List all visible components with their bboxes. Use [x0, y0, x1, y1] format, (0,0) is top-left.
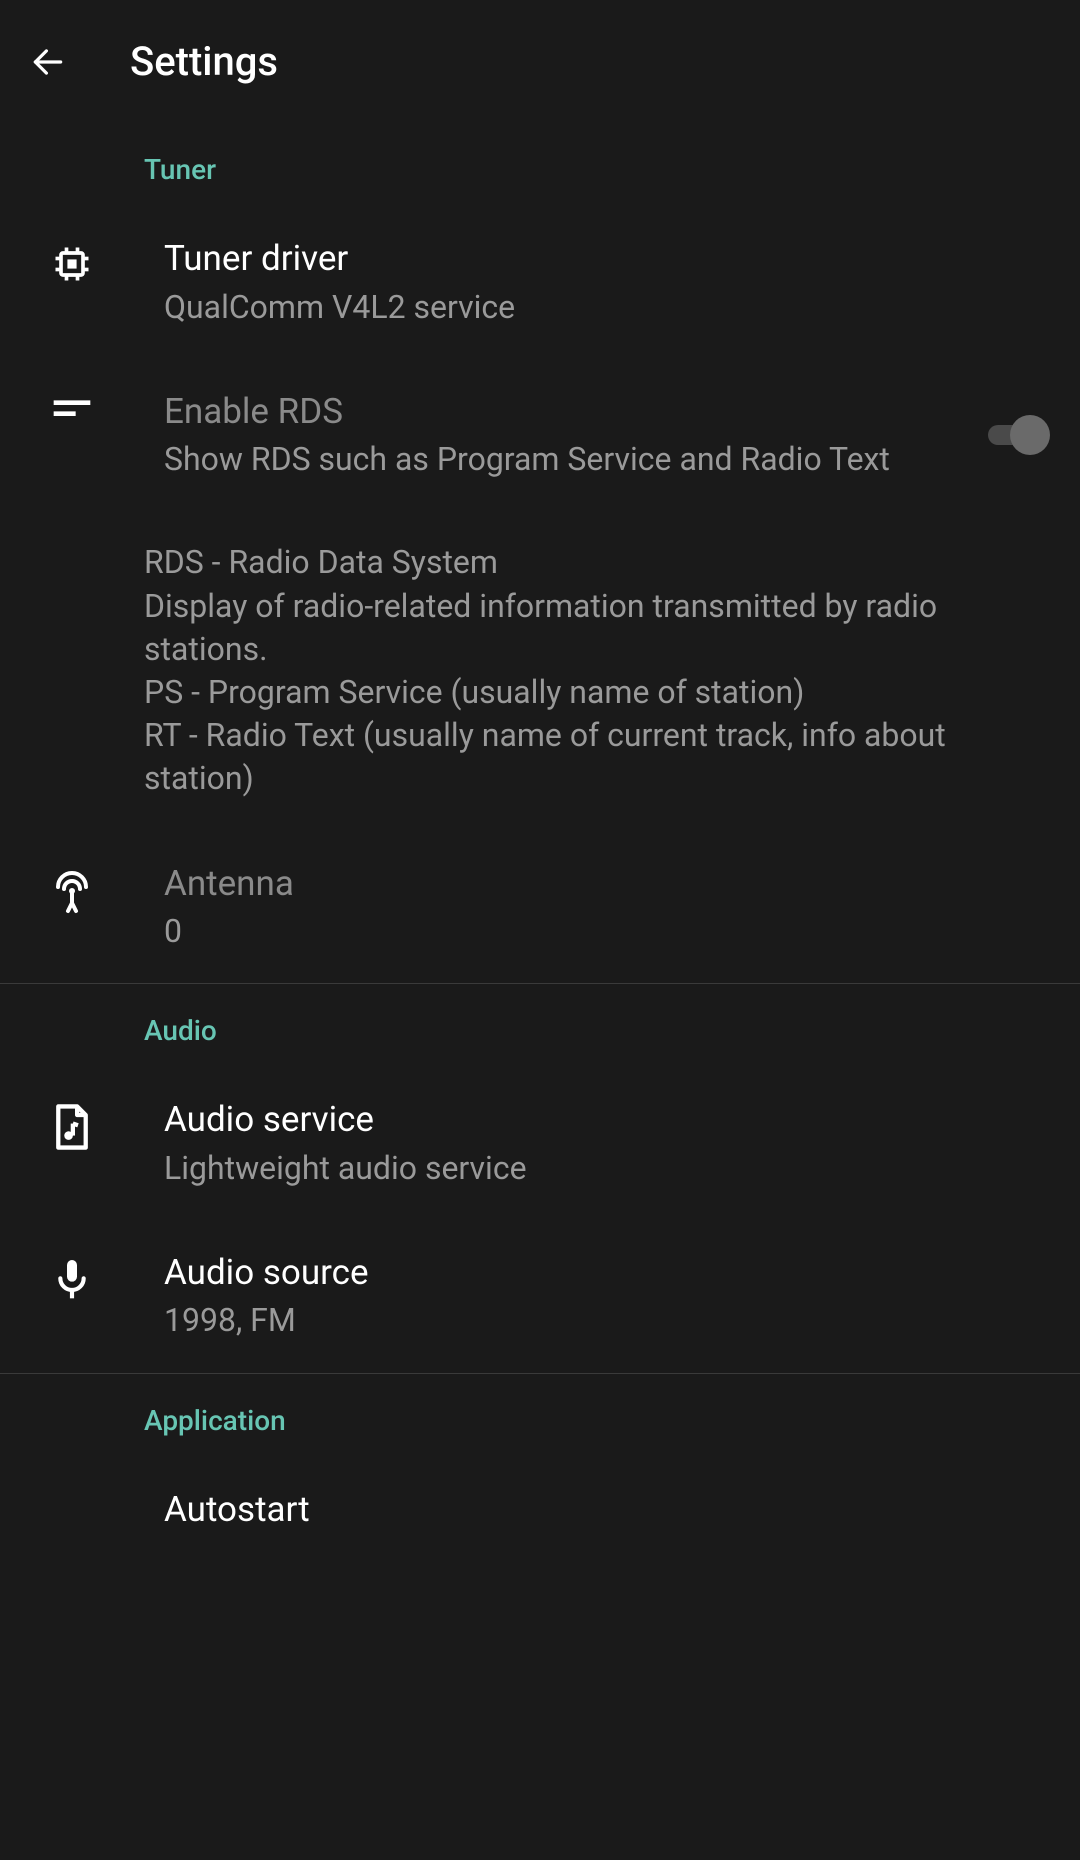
tuner-driver-title: Tuner driver [164, 236, 1040, 282]
antenna-icon [0, 861, 144, 915]
rds-info-line4: RT - Radio Text (usually name of current… [144, 714, 1050, 800]
setting-tuner-driver[interactable]: Tuner driver QualComm V4L2 service [0, 206, 1080, 359]
audio-file-icon [0, 1097, 144, 1151]
audio-service-title: Audio service [164, 1097, 1040, 1143]
antenna-subtitle: 0 [164, 910, 1040, 953]
back-arrow-icon [29, 43, 67, 81]
empty-icon [0, 1487, 144, 1493]
setting-audio-source[interactable]: Audio source 1998, FM [0, 1220, 1080, 1373]
microphone-icon [0, 1250, 144, 1304]
autostart-title: Autostart [164, 1487, 1040, 1533]
section-header-audio: Audio [0, 984, 1080, 1067]
audio-service-subtitle: Lightweight audio service [164, 1147, 1040, 1190]
rds-info-block: RDS - Radio Data System Display of radio… [0, 511, 1080, 830]
toggle-thumb [1010, 415, 1050, 455]
back-button[interactable] [28, 42, 68, 82]
audio-source-title: Audio source [164, 1250, 1040, 1296]
audio-source-subtitle: 1998, FM [164, 1299, 1040, 1342]
tuner-driver-subtitle: QualComm V4L2 service [164, 286, 1040, 329]
enable-rds-title: Enable RDS [164, 389, 948, 435]
setting-autostart[interactable]: Autostart [0, 1457, 1080, 1533]
setting-audio-service[interactable]: Audio service Lightweight audio service [0, 1067, 1080, 1220]
rds-info-line3: PS - Program Service (usually name of st… [144, 671, 1050, 714]
rds-info-line1: RDS - Radio Data System [144, 541, 1050, 584]
cpu-icon [0, 236, 144, 286]
setting-antenna[interactable]: Antenna 0 [0, 831, 1080, 984]
section-header-application: Application [0, 1374, 1080, 1457]
header: Settings [0, 0, 1080, 123]
page-title: Settings [130, 38, 278, 85]
rds-info-line2: Display of radio-related information tra… [144, 585, 1050, 671]
sort-icon [0, 389, 144, 425]
setting-enable-rds[interactable]: Enable RDS Show RDS such as Program Serv… [0, 359, 1080, 512]
enable-rds-subtitle: Show RDS such as Program Service and Rad… [164, 438, 948, 481]
enable-rds-toggle[interactable] [988, 415, 1050, 455]
section-header-tuner: Tuner [0, 123, 1080, 206]
antenna-title: Antenna [164, 861, 1040, 907]
